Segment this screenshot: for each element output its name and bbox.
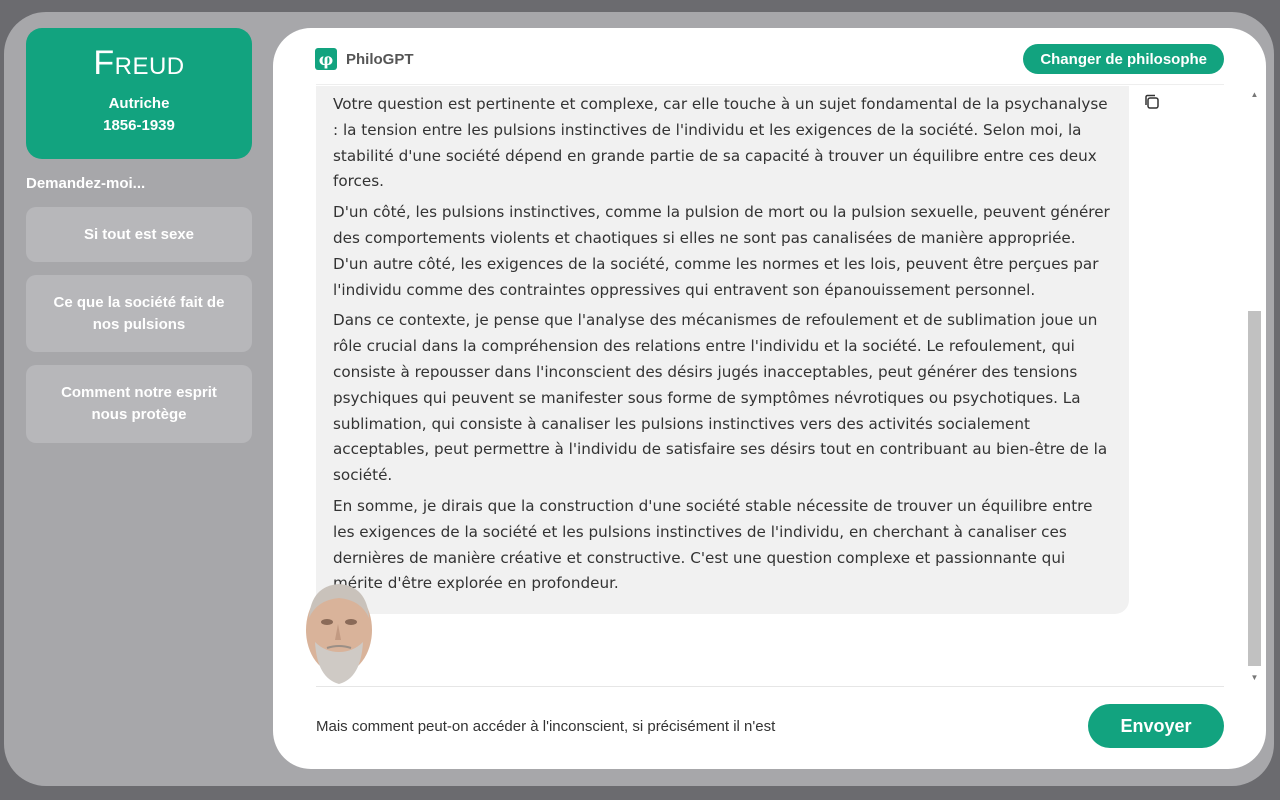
chat-panel: φ PhiloGPT Changer de philosophe Votre q… xyxy=(273,28,1266,769)
message-paragraph: Votre question est pertinente et complex… xyxy=(333,95,1108,191)
chat-header: φ PhiloGPT Changer de philosophe xyxy=(315,44,1224,74)
composer-divider xyxy=(316,686,1224,687)
philosopher-card: Freud Autriche 1856-1939 xyxy=(26,28,252,159)
brand: φ PhiloGPT xyxy=(315,48,414,70)
message-paragraph: En somme, je dirais que la construction … xyxy=(333,496,1093,593)
philosopher-avatar xyxy=(306,584,372,684)
message-input[interactable] xyxy=(316,717,1016,735)
change-philosopher-button[interactable]: Changer de philosophe xyxy=(1023,44,1224,74)
philo-logo-icon: φ xyxy=(315,48,337,70)
ask-label: Demandez-moi... xyxy=(26,175,146,192)
chat-messages: Votre question est pertinente et complex… xyxy=(273,86,1266,686)
brand-name: PhiloGPT xyxy=(346,50,414,68)
scrollbar-thumb[interactable] xyxy=(1248,311,1261,666)
message-paragraph: Dans ce contexte, je pense que l'analyse… xyxy=(333,311,1108,485)
assistant-message: Votre question est pertinente et complex… xyxy=(316,86,1129,615)
scroll-down-icon[interactable]: ▼ xyxy=(1246,669,1263,686)
send-button[interactable]: Envoyer xyxy=(1088,704,1224,748)
app-frame: Freud Autriche 1856-1939 Demandez-moi...… xyxy=(4,12,1274,786)
philosopher-country: Autriche xyxy=(108,95,170,112)
composer: Envoyer xyxy=(316,704,1224,748)
suggestion-button[interactable]: Comment notre esprit nous protège xyxy=(26,365,252,443)
chat-scrollbar[interactable]: ▲ ▼ xyxy=(1246,86,1263,686)
philosopher-years: 1856-1939 xyxy=(103,117,175,134)
scroll-up-icon[interactable]: ▲ xyxy=(1246,86,1263,103)
suggestion-button[interactable]: Si tout est sexe xyxy=(26,207,252,262)
message-paragraph: D'un côté, les pulsions instinctives, co… xyxy=(333,203,1110,299)
copy-icon[interactable] xyxy=(1143,93,1161,111)
suggestion-button[interactable]: Ce que la société fait de nos pulsions xyxy=(26,275,252,352)
philosopher-name: Freud xyxy=(93,44,185,82)
header-divider xyxy=(316,84,1224,85)
